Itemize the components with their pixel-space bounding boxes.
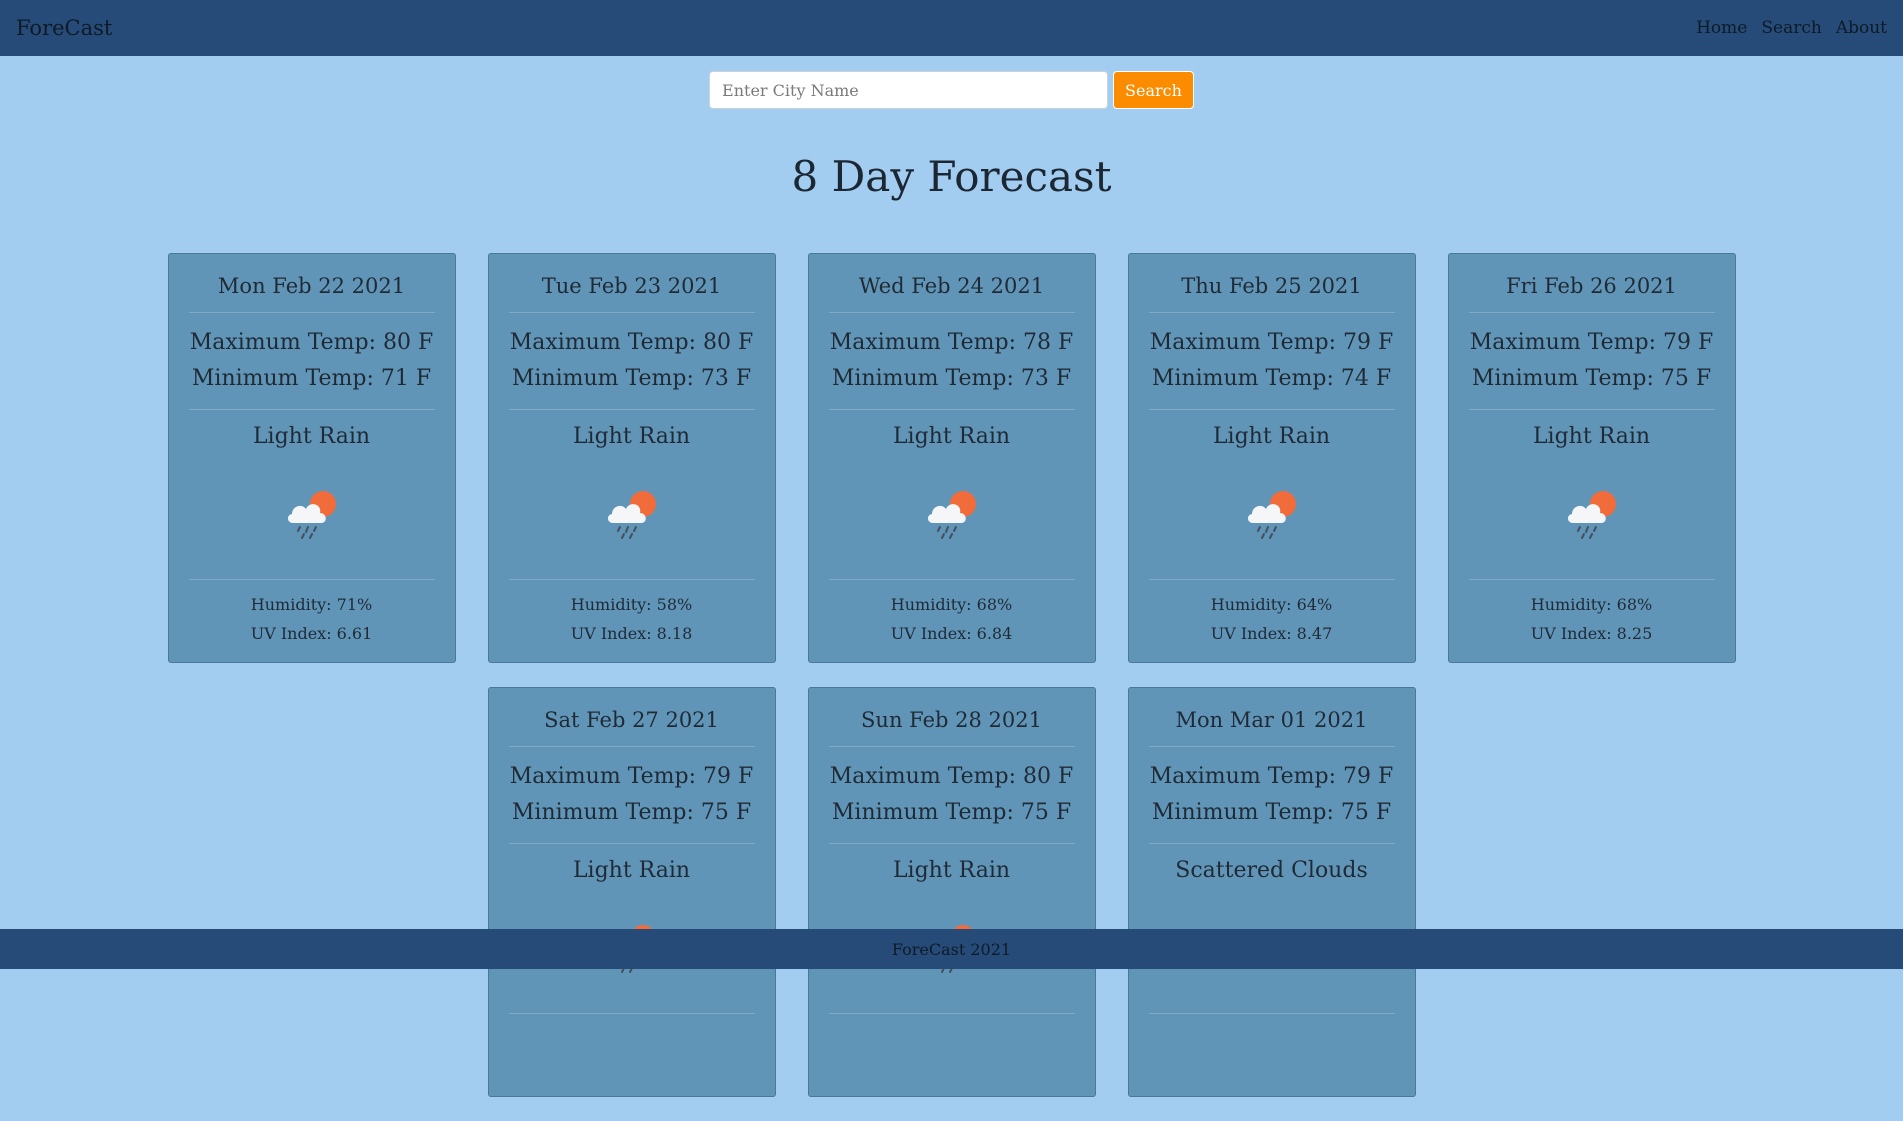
weather-description: Light Rain bbox=[572, 424, 691, 449]
forecast-card: Fri Feb 26 2021 Maximum Temp: 79 F Minim… bbox=[1447, 253, 1736, 663]
forecast-stats: Humidity: 68% UV Index: 8.25 bbox=[1469, 580, 1715, 658]
forecast-row-2: Sat Feb 27 2021 Maximum Temp: 79 F Minim… bbox=[0, 687, 1903, 1097]
weather-icon-slot bbox=[508, 449, 755, 580]
forecast-cards: Mon Feb 22 2021 Maximum Temp: 80 F Minim… bbox=[0, 253, 1903, 1121]
forecast-card: Mon Feb 22 2021 Maximum Temp: 80 F Minim… bbox=[167, 253, 456, 663]
nav-links: Home Search About bbox=[1696, 18, 1887, 38]
weather-description: Light Rain bbox=[1212, 424, 1331, 449]
forecast-date: Wed Feb 24 2021 bbox=[828, 254, 1075, 313]
forecast-row-1: Mon Feb 22 2021 Maximum Temp: 80 F Minim… bbox=[0, 253, 1903, 663]
min-temp: Minimum Temp: 71 F bbox=[191, 366, 432, 391]
nav-link-search[interactable]: Search bbox=[1761, 18, 1821, 38]
brand-logo[interactable]: ForeCast bbox=[16, 16, 112, 40]
max-temp: Maximum Temp: 78 F bbox=[829, 330, 1074, 355]
max-temp: Maximum Temp: 80 F bbox=[829, 764, 1074, 789]
max-temp: Maximum Temp: 79 F bbox=[509, 764, 754, 789]
uv-index-value: UV Index: 8.18 bbox=[570, 624, 693, 643]
forecast-date: Mon Feb 22 2021 bbox=[188, 254, 435, 313]
weather-description: Light Rain bbox=[252, 424, 371, 449]
max-temp: Maximum Temp: 80 F bbox=[509, 330, 754, 355]
weather-icon-slot bbox=[828, 449, 1075, 580]
weather-description: Scattered Clouds bbox=[1175, 858, 1368, 883]
city-search-input[interactable] bbox=[709, 71, 1109, 109]
rain-sun-icon bbox=[1567, 491, 1616, 539]
forecast-card: Mon Mar 01 2021 Maximum Temp: 79 F Minim… bbox=[1127, 687, 1416, 1097]
max-temp: Maximum Temp: 79 F bbox=[1469, 330, 1714, 355]
weather-description: Light Rain bbox=[1532, 424, 1651, 449]
weather-description: Light Rain bbox=[572, 858, 691, 883]
forecast-temps: Maximum Temp: 79 F Minimum Temp: 74 F bbox=[1148, 313, 1395, 410]
rain-sun-icon bbox=[287, 491, 336, 539]
min-temp: Minimum Temp: 75 F bbox=[511, 800, 752, 825]
weather-description: Light Rain bbox=[892, 858, 1011, 883]
search-button[interactable]: Search bbox=[1113, 71, 1194, 109]
uv-index-value: UV Index: 8.47 bbox=[1210, 624, 1333, 643]
forecast-temps: Maximum Temp: 79 F Minimum Temp: 75 F bbox=[1148, 747, 1395, 844]
weather-description: Light Rain bbox=[892, 424, 1011, 449]
footer-text: ForeCast 2021 bbox=[891, 939, 1012, 959]
nav-link-about[interactable]: About bbox=[1836, 18, 1887, 38]
forecast-date: Fri Feb 26 2021 bbox=[1468, 254, 1715, 313]
forecast-temps: Maximum Temp: 79 F Minimum Temp: 75 F bbox=[1468, 313, 1715, 410]
humidity-value: Humidity: 68% bbox=[890, 595, 1013, 614]
footer: ForeCast 2021 bbox=[0, 929, 1903, 969]
forecast-date: Mon Mar 01 2021 bbox=[1148, 688, 1395, 747]
humidity-value: Humidity: 58% bbox=[570, 595, 693, 614]
max-temp: Maximum Temp: 80 F bbox=[189, 330, 434, 355]
max-temp: Maximum Temp: 79 F bbox=[1149, 764, 1394, 789]
min-temp: Minimum Temp: 73 F bbox=[511, 366, 752, 391]
humidity-value: Humidity: 71% bbox=[250, 595, 373, 614]
forecast-date: Tue Feb 23 2021 bbox=[508, 254, 755, 313]
rain-sun-icon bbox=[607, 491, 656, 539]
min-temp: Minimum Temp: 73 F bbox=[831, 366, 1072, 391]
forecast-date: Sat Feb 27 2021 bbox=[508, 688, 755, 747]
rain-sun-icon bbox=[1247, 491, 1296, 539]
forecast-stats: Humidity: 64% UV Index: 8.47 bbox=[1149, 580, 1395, 658]
min-temp: Minimum Temp: 75 F bbox=[1151, 800, 1392, 825]
forecast-temps: Maximum Temp: 80 F Minimum Temp: 75 F bbox=[828, 747, 1075, 844]
rain-sun-icon bbox=[927, 491, 976, 539]
forecast-date: Sun Feb 28 2021 bbox=[828, 688, 1075, 747]
forecast-temps: Maximum Temp: 78 F Minimum Temp: 73 F bbox=[828, 313, 1075, 410]
page-title: 8 Day Forecast bbox=[791, 152, 1112, 201]
uv-index-value: UV Index: 6.61 bbox=[250, 624, 373, 643]
navbar: ForeCast Home Search About bbox=[0, 0, 1903, 56]
forecast-date: Thu Feb 25 2021 bbox=[1148, 254, 1395, 313]
forecast-stats: Humidity: 58% UV Index: 8.18 bbox=[509, 580, 755, 658]
forecast-stats: Humidity: 71% UV Index: 6.61 bbox=[189, 580, 435, 658]
forecast-temps: Maximum Temp: 80 F Minimum Temp: 73 F bbox=[508, 313, 755, 410]
uv-index-value: UV Index: 8.25 bbox=[1530, 624, 1653, 643]
weather-icon-slot bbox=[1148, 449, 1395, 580]
forecast-card: Tue Feb 23 2021 Maximum Temp: 80 F Minim… bbox=[487, 253, 776, 663]
forecast-temps: Maximum Temp: 79 F Minimum Temp: 75 F bbox=[508, 747, 755, 844]
humidity-value: Humidity: 64% bbox=[1210, 595, 1333, 614]
humidity-value: Humidity: 68% bbox=[1530, 595, 1653, 614]
forecast-stats: Humidity: 68% UV Index: 6.84 bbox=[829, 580, 1075, 658]
weather-icon-slot bbox=[188, 449, 435, 580]
forecast-temps: Maximum Temp: 80 F Minimum Temp: 71 F bbox=[188, 313, 435, 410]
forecast-card: Sat Feb 27 2021 Maximum Temp: 79 F Minim… bbox=[487, 687, 776, 1097]
forecast-card: Wed Feb 24 2021 Maximum Temp: 78 F Minim… bbox=[807, 253, 1096, 663]
min-temp: Minimum Temp: 74 F bbox=[1151, 366, 1392, 391]
forecast-card: Thu Feb 25 2021 Maximum Temp: 79 F Minim… bbox=[1127, 253, 1416, 663]
nav-link-home[interactable]: Home bbox=[1696, 18, 1747, 38]
min-temp: Minimum Temp: 75 F bbox=[1471, 366, 1712, 391]
max-temp: Maximum Temp: 79 F bbox=[1149, 330, 1394, 355]
forecast-card: Sun Feb 28 2021 Maximum Temp: 80 F Minim… bbox=[807, 687, 1096, 1097]
search-bar: Search bbox=[0, 71, 1903, 109]
weather-icon-slot bbox=[1468, 449, 1715, 580]
uv-index-value: UV Index: 6.84 bbox=[890, 624, 1013, 643]
min-temp: Minimum Temp: 75 F bbox=[831, 800, 1072, 825]
